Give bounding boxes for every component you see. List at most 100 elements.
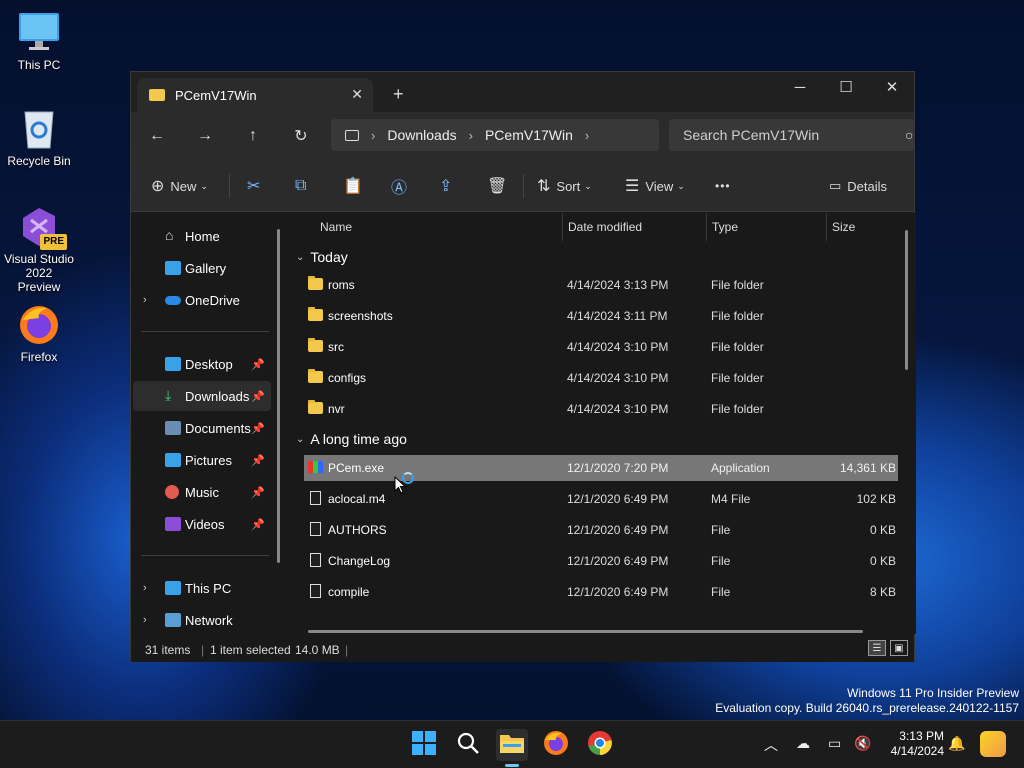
videos-icon xyxy=(165,517,181,531)
nav-scrollbar[interactable] xyxy=(277,229,280,563)
up-icon[interactable]: ↑ xyxy=(241,124,265,148)
group-header-today[interactable]: ⌄ Today xyxy=(296,249,348,265)
active-indicator xyxy=(505,764,519,767)
list-item[interactable]: src 4/14/2024 3:10 PM File folder xyxy=(304,334,898,360)
new-tab-icon[interactable]: + xyxy=(393,84,404,105)
clock-time: 3:13 PM xyxy=(899,729,944,743)
list-item[interactable]: AUTHORS 12/1/2020 6:49 PM File 0 KB xyxy=(304,517,898,543)
copy-button[interactable]: ⧉ xyxy=(295,174,312,198)
chevron-right-icon[interactable]: › xyxy=(143,614,147,626)
sidebar-item-home[interactable]: ⌂ Home xyxy=(133,221,271,251)
view-button[interactable]: ☰ View ⌄ xyxy=(625,174,685,198)
sidebar-item-onedrive[interactable]: › OneDrive xyxy=(133,285,271,315)
new-button[interactable]: ⊕ New ⌄ xyxy=(151,174,208,198)
volume-muted-icon[interactable]: 🔇 xyxy=(854,735,871,752)
system-clock[interactable]: 3:13 PM 4/14/2024 xyxy=(874,729,944,759)
sidebar-item-documents[interactable]: Documents 📌 xyxy=(133,413,271,443)
taskbar-firefox[interactable] xyxy=(540,729,572,761)
divider[interactable] xyxy=(562,213,563,241)
folder-icon xyxy=(308,338,323,352)
file-date: 12/1/2020 6:49 PM xyxy=(567,492,669,506)
pin-icon[interactable]: 📌 xyxy=(251,454,265,467)
list-item[interactable]: nvr 4/14/2024 3:10 PM File folder xyxy=(304,396,898,422)
sort-button[interactable]: ⇅ Sort ⌄ xyxy=(537,174,592,198)
pin-icon[interactable]: 📌 xyxy=(251,422,265,435)
sidebar-item-network[interactable]: › Network xyxy=(133,605,271,635)
folder-icon xyxy=(308,400,323,414)
chevron-right-icon[interactable]: › xyxy=(143,294,147,306)
breadcrumb[interactable]: › Downloads › PCemV17Win › xyxy=(331,119,659,151)
chevron-right-icon: › xyxy=(468,127,473,143)
column-date-modified[interactable]: Date modified xyxy=(568,213,642,241)
maximize-icon[interactable]: ☐ xyxy=(823,72,869,102)
chevron-up-icon[interactable]: ︿ xyxy=(764,735,778,755)
forward-icon[interactable]: → xyxy=(193,124,217,148)
paste-button[interactable]: 📋 xyxy=(343,174,369,198)
divider[interactable] xyxy=(706,213,707,241)
search-button[interactable] xyxy=(452,729,484,761)
tab-pcemv17win[interactable]: PCemV17Win ✕ xyxy=(137,78,373,112)
file-size: 14,361 KB xyxy=(839,461,896,475)
desktop-icon-recycle-bin[interactable]: Recycle Bin xyxy=(4,106,74,168)
list-item[interactable]: compile 12/1/2020 6:49 PM File 8 KB xyxy=(304,579,898,605)
view-icon: ☰ xyxy=(625,178,640,195)
list-item[interactable]: screenshots 4/14/2024 3:11 PM File folder xyxy=(304,303,898,329)
sidebar-item-pictures[interactable]: Pictures 📌 xyxy=(133,445,271,475)
close-tab-icon[interactable]: ✕ xyxy=(351,86,363,103)
sidebar-item-gallery[interactable]: Gallery xyxy=(133,253,271,283)
music-icon xyxy=(165,485,179,499)
sidebar-item-music[interactable]: Music 📌 xyxy=(133,477,271,507)
column-type[interactable]: Type xyxy=(712,213,738,241)
column-size[interactable]: Size xyxy=(832,213,855,241)
notification-bell-icon[interactable]: 🔔 xyxy=(948,735,965,752)
pin-icon[interactable]: 📌 xyxy=(251,358,265,371)
start-button[interactable] xyxy=(408,729,440,761)
breadcrumb-downloads[interactable]: Downloads xyxy=(387,127,456,143)
more-button[interactable]: ••• xyxy=(715,174,731,198)
column-name[interactable]: Name xyxy=(320,213,352,241)
file-date: 12/1/2020 7:20 PM xyxy=(567,461,669,475)
list-item[interactable]: roms 4/14/2024 3:13 PM File folder xyxy=(304,272,898,298)
file-list-horizontal-scrollbar[interactable] xyxy=(308,630,863,633)
network-icon[interactable]: ▭ xyxy=(828,735,841,752)
divider[interactable] xyxy=(826,213,827,241)
file-list-vertical-scrollbar[interactable] xyxy=(905,230,908,370)
sidebar-item-desktop[interactable]: Desktop 📌 xyxy=(133,349,271,379)
search-input[interactable]: Search PCemV17Win ○ xyxy=(669,119,915,151)
back-icon[interactable]: ← xyxy=(145,124,169,148)
rename-button[interactable]: Ⓐ xyxy=(391,174,413,198)
desktop-icon-this-pc[interactable]: This PC xyxy=(4,10,74,72)
group-header-older[interactable]: ⌄ A long time ago xyxy=(296,431,407,447)
file-date: 4/14/2024 3:10 PM xyxy=(567,340,669,354)
pin-icon[interactable]: 📌 xyxy=(251,486,265,499)
file-size: 102 KB xyxy=(856,492,896,506)
share-button[interactable]: ⇪ xyxy=(439,174,458,198)
pin-icon[interactable]: 📌 xyxy=(251,518,265,531)
taskbar-file-explorer[interactable] xyxy=(496,729,528,767)
desktop-icon-firefox[interactable]: Firefox xyxy=(4,302,74,364)
pin-icon[interactable]: 📌 xyxy=(251,390,265,403)
chevron-right-icon[interactable]: › xyxy=(143,582,147,594)
breadcrumb-pcemv17win[interactable]: PCemV17Win xyxy=(485,127,573,143)
refresh-icon[interactable]: ↻ xyxy=(289,124,313,148)
minimize-icon[interactable]: ─ xyxy=(777,72,823,102)
details-button[interactable]: ▭ Details xyxy=(829,174,887,198)
delete-button[interactable]: 🗑 xyxy=(487,174,513,198)
list-item[interactable]: ChangeLog 12/1/2020 6:49 PM File 0 KB xyxy=(304,548,898,574)
tiles-view-icon[interactable]: ▣ xyxy=(890,640,908,656)
search-placeholder: Search PCemV17Win xyxy=(683,127,820,143)
details-view-icon[interactable]: ☰ xyxy=(868,640,886,656)
chevron-down-icon: ⌄ xyxy=(296,433,305,445)
sidebar-item-this-pc[interactable]: › This PC xyxy=(133,573,271,603)
copilot-pre-icon[interactable] xyxy=(980,731,1006,757)
taskbar-chrome[interactable] xyxy=(584,729,616,761)
sidebar-item-downloads[interactable]: ⤓ Downloads 📌 xyxy=(133,381,271,411)
file-type: File folder xyxy=(711,402,764,416)
list-item[interactable]: configs 4/14/2024 3:10 PM File folder xyxy=(304,365,898,391)
close-window-icon[interactable]: ✕ xyxy=(869,72,915,102)
desktop-icon-visual-studio[interactable]: PRE Visual Studio 2022 Preview xyxy=(4,204,74,294)
sidebar-item-videos[interactable]: Videos 📌 xyxy=(133,509,271,539)
onedrive-off-icon[interactable]: ☁ xyxy=(796,735,810,752)
tab-title: PCemV17Win xyxy=(175,87,257,103)
cut-button[interactable]: ✂ xyxy=(247,174,266,198)
